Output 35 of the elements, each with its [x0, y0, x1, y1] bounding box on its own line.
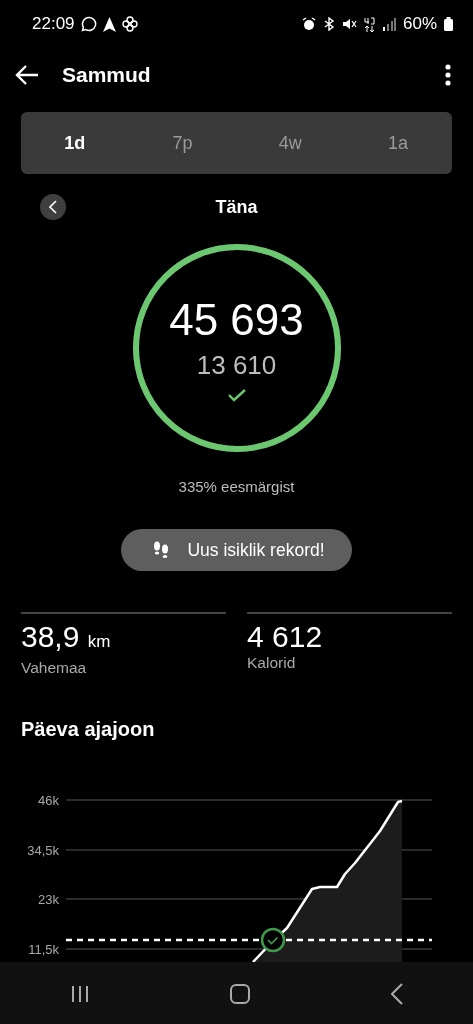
- screen-title: Sammud: [62, 63, 151, 87]
- stat-label: Kalorid: [247, 654, 297, 672]
- footprints-icon: [153, 541, 170, 559]
- personal-record-badge: Uus isiklik rekord!: [121, 529, 352, 571]
- back-button[interactable]: [14, 64, 40, 86]
- fan-icon: [121, 16, 138, 32]
- period-tab[interactable]: 7p: [128, 112, 237, 174]
- clock-time: 22:09: [32, 14, 75, 34]
- goal-percentage: 335% eesmärgist: [178, 477, 295, 497]
- period-tab[interactable]: 4w: [236, 112, 345, 174]
- step-goal: 13 610: [196, 348, 277, 381]
- alarm-icon: [301, 17, 316, 31]
- section-title: Päeva ajajoon: [21, 717, 156, 742]
- mute-icon: [341, 17, 357, 31]
- axis-label: 11,5k: [28, 941, 59, 957]
- date-label: Täna: [214, 196, 259, 218]
- signal-icon: [381, 17, 396, 31]
- period-tab[interactable]: 1a: [344, 112, 452, 174]
- period-tab[interactable]: 1d: [21, 112, 129, 174]
- stat-value: 4 612: [247, 620, 324, 654]
- more-options-button[interactable]: [445, 64, 451, 86]
- battery-percent: 60%: [402, 14, 437, 34]
- previous-day-button[interactable]: [40, 194, 66, 220]
- axis-label: 46k: [38, 792, 59, 808]
- stat-label: Vahemaa: [21, 659, 88, 677]
- navigation-icon: [102, 16, 116, 32]
- stat-value: 38,9 km: [21, 620, 112, 655]
- chat-icon: [80, 16, 97, 32]
- battery-icon: [444, 17, 453, 31]
- network-icon: [363, 16, 375, 32]
- goal-reached-marker: [260, 927, 286, 953]
- bluetooth-icon: [322, 17, 335, 31]
- step-count: 45 693: [169, 294, 304, 345]
- axis-label: 34,5k: [27, 842, 59, 858]
- axis-label: 23k: [38, 891, 59, 907]
